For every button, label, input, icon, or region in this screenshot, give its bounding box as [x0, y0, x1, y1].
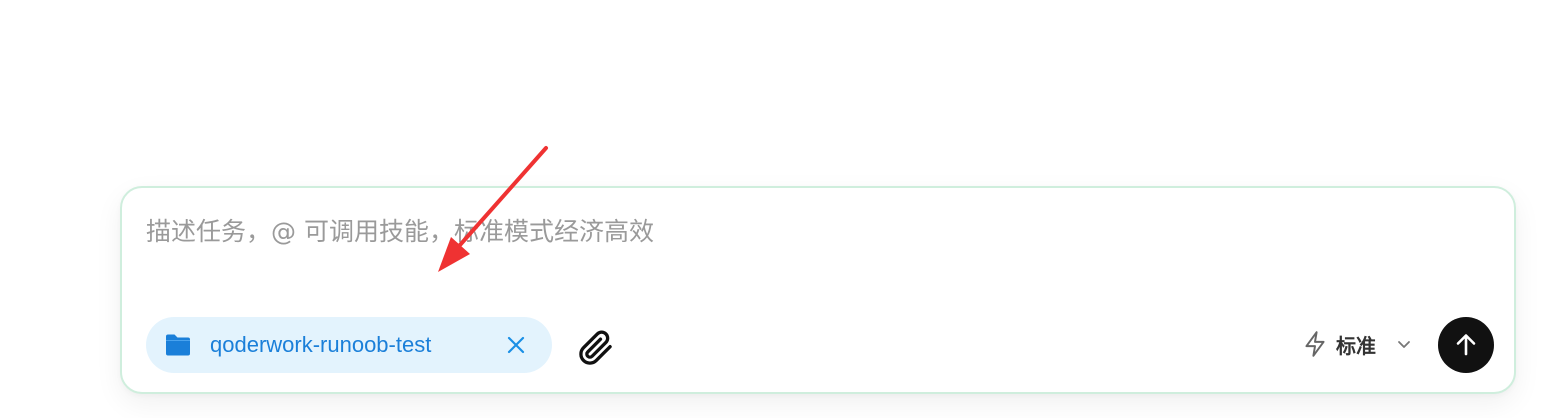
close-icon[interactable]: [504, 333, 528, 357]
arrow-up-icon: [1456, 334, 1476, 356]
chat-composer: qoderwork-runoob-test 标准: [120, 186, 1516, 394]
mode-select[interactable]: 标准: [1302, 326, 1412, 362]
folder-chip[interactable]: qoderwork-runoob-test: [146, 317, 552, 373]
bolt-icon: [1305, 331, 1325, 357]
folder-icon: [166, 334, 190, 356]
prompt-input[interactable]: [146, 210, 1486, 270]
mode-label: 标准: [1336, 333, 1376, 358]
folder-chip-label: qoderwork-runoob-test: [210, 332, 432, 357]
chevron-down-icon: [1398, 341, 1410, 348]
send-button[interactable]: [1438, 317, 1494, 373]
page: qoderwork-runoob-test 标准: [0, 0, 1550, 418]
paperclip-icon[interactable]: [578, 330, 614, 366]
